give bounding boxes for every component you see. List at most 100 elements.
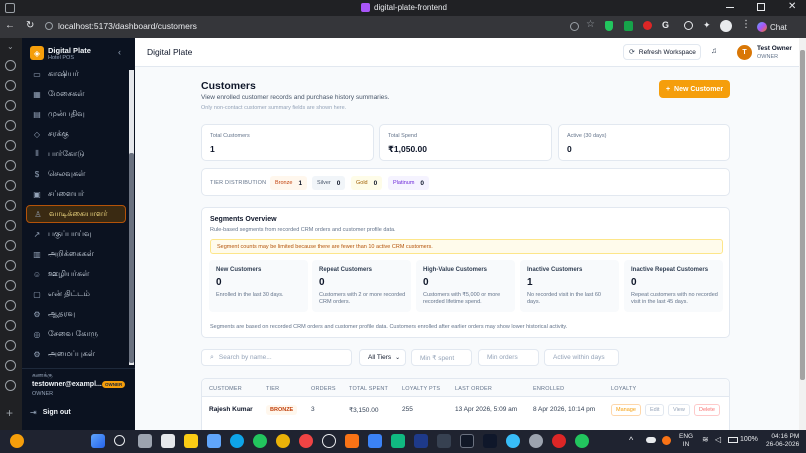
manage-button[interactable]: Manage [611, 404, 641, 416]
page-scrollbar[interactable] [799, 38, 806, 430]
weather-icon[interactable] [10, 434, 24, 448]
search-taskbar-icon[interactable] [114, 435, 125, 446]
wifi-icon[interactable]: ≋ [702, 435, 709, 444]
app-icon[interactable] [414, 434, 428, 448]
sidebar-item[interactable]: ◇ சரக்கு [26, 125, 126, 143]
col-header-loyalty-pts[interactable]: LOYALTY PTS [402, 386, 440, 392]
collapse-sidebar-icon[interactable]: ‹ [118, 47, 121, 57]
chat-button[interactable]: Chat [757, 20, 787, 34]
notifications-bell-icon[interactable]: ♫ [711, 46, 717, 55]
tab-globe-icon[interactable] [5, 60, 16, 71]
col-header-customer[interactable]: CUSTOMER [209, 386, 242, 392]
address-bar[interactable]: localhost:5173/dashboard/customers [58, 21, 197, 31]
sidebar-item[interactable]: ◎ சேவை கோரு [26, 325, 126, 343]
browser-tab-title[interactable]: digital-plate-frontend [374, 3, 447, 12]
col-header-total-spent[interactable]: TOTAL SPENT [349, 386, 388, 392]
file-explorer-icon[interactable] [184, 434, 198, 448]
windows-start-icon[interactable] [91, 434, 105, 448]
tray-chevron-icon[interactable]: ^ [629, 435, 633, 445]
browser-menu-dots-icon[interactable]: ⋮ [741, 19, 751, 30]
sidebar-item[interactable]: ▭ காஷியர் [26, 65, 126, 83]
extension-red-icon[interactable] [643, 21, 652, 30]
notes-app-icon[interactable] [207, 434, 221, 448]
cell-customer-name[interactable]: Rajesh Kumar [209, 406, 253, 413]
tab-globe-icon[interactable] [5, 160, 16, 171]
sidebar-item[interactable]: ▣ சப்ளையர் [26, 185, 126, 203]
chrome-icon[interactable] [276, 434, 290, 448]
sidebar-item[interactable]: ⚙ ஆதரவு [26, 305, 126, 323]
terminal-icon[interactable] [437, 434, 451, 448]
min-spent-input[interactable]: Min ₹ spent [411, 349, 472, 366]
reload-icon[interactable]: ↻ [26, 20, 34, 31]
col-header-tier[interactable]: TIER [266, 386, 279, 392]
extension-shield-icon[interactable] [605, 21, 613, 31]
delete-button[interactable]: Delete [694, 404, 720, 416]
tab-globe-icon[interactable] [5, 280, 16, 291]
extension-user-icon[interactable] [684, 21, 693, 30]
sidebar-item[interactable]: ▢ என் திட்டம் [26, 285, 126, 303]
sidebar-item[interactable]: $ செலவுகள் [26, 165, 126, 183]
view-button[interactable]: View [668, 404, 690, 416]
widgets-icon[interactable] [161, 434, 175, 448]
site-info-icon[interactable] [45, 22, 53, 30]
app-icon[interactable] [529, 434, 543, 448]
sidebar-item[interactable]: ☺ ஊழியர்கள் [26, 265, 126, 283]
sign-out-button[interactable]: ⇥ Sign out [30, 408, 71, 417]
tab-globe-icon[interactable] [5, 100, 16, 111]
tab-globe-icon[interactable] [5, 380, 16, 391]
tab-globe-icon[interactable] [5, 140, 16, 151]
close-window-icon[interactable]: ✕ [788, 1, 796, 12]
tab-globe-icon[interactable] [5, 320, 16, 331]
onedrive-icon[interactable] [646, 437, 656, 443]
sidebar-item[interactable]: ♙ வாடிக்கையாளர் [26, 205, 126, 223]
browser-menu-icon[interactable] [5, 3, 15, 13]
vscode-icon[interactable] [368, 434, 382, 448]
sidebar-item[interactable]: ↗ பகுப்பாய்வு [26, 225, 126, 243]
chrome-icon[interactable] [253, 434, 267, 448]
brave-icon[interactable] [345, 434, 359, 448]
new-customer-button[interactable]: + New Customer [659, 80, 730, 98]
app-icon[interactable] [552, 434, 566, 448]
minimize-icon[interactable] [726, 7, 734, 8]
refresh-workspace-button[interactable]: ⟳ Refresh Workspace [623, 44, 701, 60]
user-avatar[interactable]: T [737, 45, 752, 60]
sidebar-item[interactable]: ⦀ பார்கோடு [26, 145, 126, 163]
col-header-enrolled[interactable]: ENROLLED [533, 386, 564, 392]
tab-globe-icon[interactable] [5, 300, 16, 311]
tier-select[interactable]: All Tiers ⌄ [359, 349, 406, 366]
min-orders-input[interactable]: Min orders [478, 349, 539, 366]
search-input[interactable]: ⌕ Search by name... [201, 349, 352, 366]
tray-app-icon[interactable] [662, 436, 671, 445]
sidebar-scroll-thumb[interactable] [129, 153, 134, 363]
tier-chip-bronze[interactable]: Bronze 1 [270, 176, 308, 190]
app-icon[interactable] [483, 434, 497, 448]
sidebar-item[interactable]: ▦ மேசைகள் [26, 85, 126, 103]
sidebar-item[interactable]: ⚙ அமைப்புகள் [26, 345, 126, 363]
col-header-last-order[interactable]: LAST ORDER [455, 386, 492, 392]
extension-green-icon[interactable] [624, 21, 633, 31]
collapse-tabs-icon[interactable]: ⌄ [7, 42, 14, 51]
edge-icon[interactable] [230, 434, 244, 448]
col-header-loyalty[interactable]: LOYALTY [611, 386, 636, 392]
tab-globe-icon[interactable] [5, 340, 16, 351]
extensions-puzzle-icon[interactable]: ✦ [703, 20, 711, 31]
page-scroll-thumb[interactable] [800, 50, 805, 380]
tier-chip-silver[interactable]: Silver 0 [312, 176, 346, 190]
bookmark-star-icon[interactable]: ☆ [586, 19, 595, 30]
new-tab-icon[interactable]: + [6, 406, 13, 420]
tab-globe-icon[interactable] [5, 360, 16, 371]
task-view-icon[interactable] [138, 434, 152, 448]
edit-button[interactable]: Edit [645, 404, 665, 416]
col-header-orders[interactable]: ORDERS [311, 386, 336, 392]
sidebar-item[interactable]: ▤ முன்பதிவு [26, 105, 126, 123]
language-indicator[interactable]: ENG IN [679, 433, 693, 449]
tier-chip-gold[interactable]: Gold 0 [351, 176, 383, 190]
extension-g-icon[interactable]: G [662, 20, 669, 30]
volume-icon[interactable]: ◁ [715, 435, 721, 444]
tab-globe-icon[interactable] [5, 180, 16, 191]
tab-globe-icon[interactable] [5, 220, 16, 231]
tab-globe-icon[interactable] [5, 80, 16, 91]
battery-icon[interactable] [728, 437, 738, 443]
app-icon[interactable] [460, 434, 474, 448]
chatgpt-icon[interactable] [322, 434, 336, 448]
